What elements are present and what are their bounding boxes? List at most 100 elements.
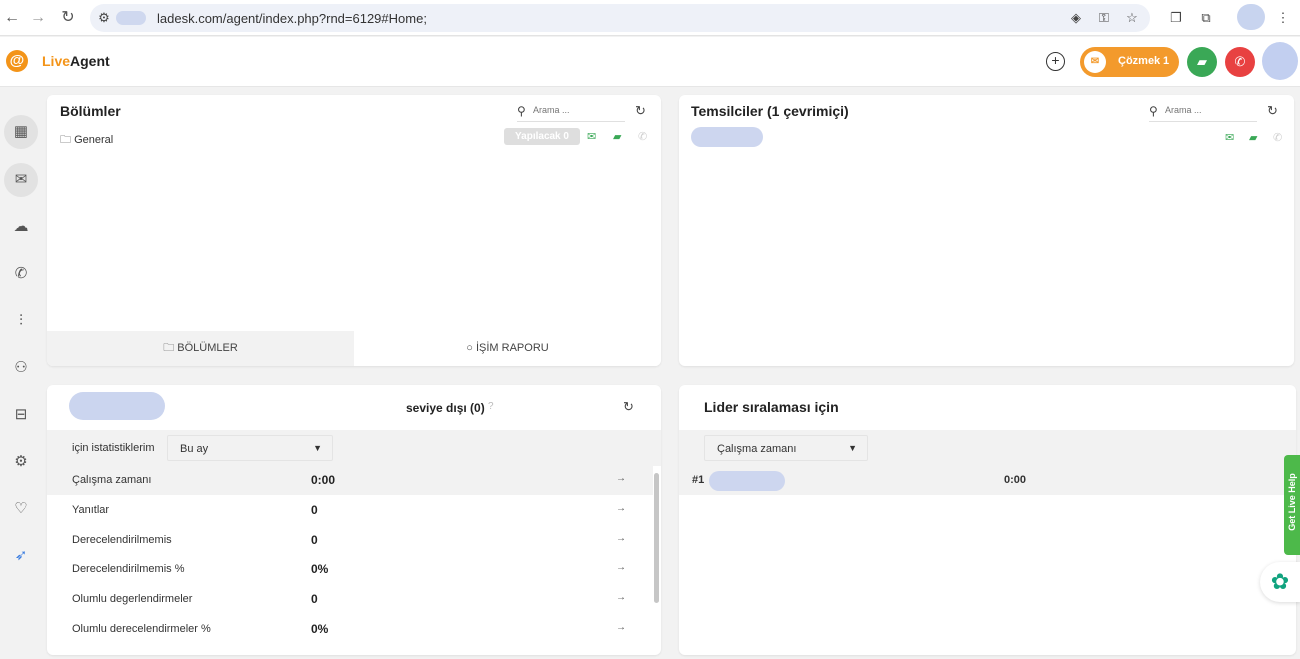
logo: LiveAgent bbox=[42, 53, 110, 69]
table-row[interactable]: #1 0:00 bbox=[679, 466, 1296, 495]
ai-assistant-icon[interactable]: ✿ bbox=[1260, 562, 1300, 602]
site-info-icon[interactable]: ⚙ bbox=[96, 10, 112, 26]
stat-value: 0 bbox=[311, 592, 318, 606]
phone-icon: ✆ bbox=[1234, 54, 1246, 69]
chat-icon[interactable]: ▰ bbox=[613, 130, 621, 143]
stat-label: Olumlu degerlendirmeler bbox=[72, 593, 193, 605]
stat-value: 0:00 bbox=[311, 473, 336, 487]
tab-departments[interactable]: 🗀 BÖLÜMLER bbox=[47, 331, 354, 366]
panel-title: Temsilciler (1 çevrimiçi) bbox=[691, 103, 849, 119]
chat-status-button[interactable]: ▰ bbox=[1187, 47, 1217, 77]
status-text: seviye dışı (0) bbox=[406, 401, 485, 415]
reload-icon[interactable]: ↻ bbox=[58, 8, 78, 28]
refresh-icon[interactable]: ↻ bbox=[623, 399, 634, 415]
arrow-right-icon[interactable]: → bbox=[616, 562, 626, 573]
table-row[interactable]: Çalışma zamanı 0:00 → bbox=[47, 466, 653, 495]
chat-icon[interactable]: ▰ bbox=[1249, 131, 1257, 144]
department-name: General bbox=[74, 134, 114, 146]
sidebar-item-reports[interactable]: ⫶ bbox=[4, 304, 38, 338]
stats-redacted bbox=[69, 392, 165, 420]
mail-icon[interactable]: ✉ bbox=[587, 130, 596, 143]
period-value: Bu ay bbox=[180, 443, 209, 455]
add-icon[interactable]: + bbox=[1046, 52, 1065, 71]
leaderboard-panel: Lider sıralaması için Çalışma zamanı ▼ #… bbox=[679, 385, 1296, 655]
scrollbar[interactable] bbox=[654, 473, 659, 653]
browser-toolbar: ← → ↻ ⚙ ladesk.com/agent/index.php?rnd=6… bbox=[0, 0, 1300, 36]
mail-icon[interactable]: ✉ bbox=[1225, 131, 1234, 144]
phone-status-button[interactable]: ✆ bbox=[1225, 47, 1255, 77]
help-icon[interactable]: ? bbox=[488, 401, 494, 412]
chevron-down-icon: ▼ bbox=[313, 443, 322, 453]
todo-badge[interactable]: Yapılacak 0 bbox=[504, 128, 580, 145]
forward-icon[interactable]: → bbox=[28, 8, 48, 28]
period-select[interactable]: Bu ay ▼ bbox=[167, 435, 333, 461]
browser-profile-avatar[interactable] bbox=[1237, 4, 1265, 30]
panel-title: Lider sıralaması için bbox=[704, 399, 839, 415]
table-row[interactable]: Olumlu degerlendirmeler 0 → bbox=[47, 585, 653, 614]
sidebar-item-contacts[interactable]: ⚇ bbox=[4, 351, 38, 385]
arrow-right-icon[interactable]: → bbox=[616, 473, 626, 484]
stat-value: 0% bbox=[311, 562, 329, 576]
table-row[interactable]: Derecelendirilmemis % 0% → bbox=[47, 555, 653, 584]
tab-label: İŞİM RAPORU bbox=[475, 342, 549, 354]
stat-label: Yanıtlar bbox=[72, 504, 110, 516]
sidebar-item-knowledgebase[interactable]: ⊟ bbox=[4, 398, 38, 432]
sidebar-item-phone[interactable]: ✆ bbox=[4, 257, 38, 291]
resolve-button[interactable]: ✉ Çözmek 1 bbox=[1080, 47, 1179, 77]
arrow-right-icon[interactable]: → bbox=[616, 503, 626, 514]
key-icon[interactable]: ⚿ bbox=[1096, 10, 1112, 26]
tab-work-report[interactable]: ○ İŞİM RAPORU bbox=[354, 331, 661, 366]
avatar[interactable] bbox=[1262, 42, 1298, 80]
sidebar-item-mail[interactable]: ✉ bbox=[4, 163, 38, 197]
metric-value: Çalışma zamanı bbox=[717, 443, 797, 455]
extension-icon[interactable]: ❐ bbox=[1168, 10, 1184, 26]
address-bar[interactable]: ⚙ ladesk.com/agent/index.php?rnd=6129#Ho… bbox=[90, 4, 1150, 32]
table-row[interactable]: Yanıtlar 0 → bbox=[47, 496, 653, 525]
arrow-right-icon[interactable]: → bbox=[616, 622, 626, 633]
extensions-puzzle-icon[interactable]: ⧉ bbox=[1198, 10, 1214, 26]
refresh-icon[interactable]: ↻ bbox=[1267, 103, 1278, 119]
leaderboard-filter-bar: Çalışma zamanı ▼ bbox=[679, 430, 1296, 466]
sidebar-item-dashboard[interactable]: ▦ bbox=[4, 115, 38, 149]
folder-icon: 🗀 bbox=[163, 342, 175, 354]
phone-icon[interactable]: ✆ bbox=[638, 130, 647, 143]
star-icon[interactable]: ☆ bbox=[1124, 10, 1140, 26]
table-row[interactable]: Olumlu derecelendirmeler % 0% → bbox=[47, 615, 653, 644]
rank-value: 0:00 bbox=[1004, 474, 1027, 486]
arrow-right-icon[interactable]: → bbox=[616, 592, 626, 603]
list-item[interactable]: 🗀 General bbox=[60, 131, 113, 150]
back-icon[interactable]: ← bbox=[2, 8, 22, 28]
search-input[interactable] bbox=[1165, 105, 1255, 115]
circle-icon: ○ bbox=[466, 342, 473, 354]
stat-value: 0 bbox=[311, 533, 318, 547]
browser-menu-icon[interactable]: ⋮ bbox=[1275, 10, 1291, 26]
resolve-label: Çözmek bbox=[1118, 55, 1161, 67]
sidebar-item-chat[interactable]: ☁ bbox=[4, 210, 38, 244]
metric-select[interactable]: Çalışma zamanı ▼ bbox=[704, 435, 868, 461]
agent-redacted bbox=[709, 471, 785, 491]
get-live-help-tab[interactable]: Get Live Help bbox=[1284, 455, 1300, 555]
agents-search[interactable]: ⚲ bbox=[1149, 104, 1257, 122]
agents-panel: Temsilciler (1 çevrimiçi) ⚲ ↻ ✉ ▰ ✆ bbox=[679, 95, 1294, 366]
app-header: @ LiveAgent + ✉ Çözmek 1 ▰ ✆ bbox=[0, 37, 1300, 87]
live-help-label: Get Live Help bbox=[1287, 473, 1297, 531]
lens-icon[interactable]: ◈ bbox=[1068, 10, 1084, 26]
refresh-icon[interactable]: ↻ bbox=[635, 103, 646, 119]
sidebar-item-rocket[interactable]: ➶ bbox=[4, 539, 38, 573]
sidebar-item-favorites[interactable]: ♡ bbox=[4, 492, 38, 526]
stat-value: 0% bbox=[311, 622, 329, 636]
stat-value: 0 bbox=[311, 503, 318, 517]
search-icon: ⚲ bbox=[517, 104, 526, 118]
panel-tabs: 🗀 BÖLÜMLER ○ İŞİM RAPORU bbox=[47, 331, 661, 366]
panel-title: Bölümler bbox=[60, 103, 121, 119]
phone-icon[interactable]: ✆ bbox=[1273, 131, 1282, 144]
chevron-down-icon: ▼ bbox=[848, 443, 857, 453]
sidebar-item-settings[interactable]: ⚙ bbox=[4, 445, 38, 479]
arrow-right-icon[interactable]: → bbox=[616, 533, 626, 544]
departments-search[interactable]: ⚲ bbox=[517, 104, 625, 122]
scrollbar-thumb[interactable] bbox=[654, 473, 659, 603]
table-row[interactable]: Derecelendirilmemis 0 → bbox=[47, 526, 653, 555]
search-input[interactable] bbox=[533, 105, 623, 115]
rank: #1 bbox=[692, 474, 705, 486]
mail-icon: ✉ bbox=[1084, 51, 1106, 73]
